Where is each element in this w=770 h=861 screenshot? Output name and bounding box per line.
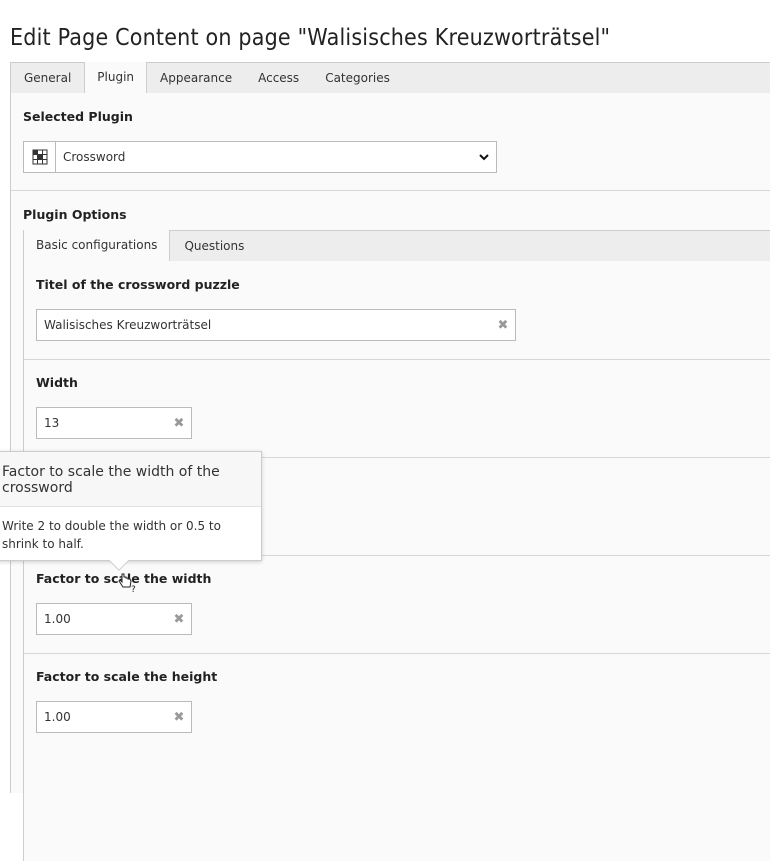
field-divider [24,653,770,654]
plugin-options-label: Plugin Options [23,207,127,222]
width-value: 13 [44,416,60,430]
scale-width-field[interactable]: 1.00 ✖ [36,603,192,635]
svg-text:?: ? [131,585,136,594]
tooltip-title: Factor to scale the width of the crosswo… [0,452,261,507]
width-field[interactable]: 13 ✖ [36,407,192,439]
tab-access[interactable]: Access [245,63,312,94]
help-tooltip: Factor to scale the width of the crosswo… [0,451,262,571]
tab-questions[interactable]: Questions [170,231,258,262]
plugin-tab-panel: Selected Plugin Crossword Plugin Options… [10,93,770,861]
tab-plugin[interactable]: Plugin [84,62,148,94]
plugin-options-tabs: Basic configurations Questions [23,230,770,262]
crossword-title-field[interactable]: Walisisches Kreuzworträtsel ✖ [36,309,516,341]
close-icon[interactable]: ✖ [491,318,515,333]
crossword-title-label: Titel of the crossword puzzle [36,277,240,292]
crossword-grid-icon [24,142,56,172]
close-icon[interactable]: ✖ [167,710,191,725]
selected-plugin-label: Selected Plugin [23,109,133,124]
plugin-select[interactable]: Crossword [23,141,497,173]
chevron-down-icon [472,151,496,164]
tab-categories[interactable]: Categories [312,63,403,94]
basic-configurations-panel: Titel of the crossword puzzle Walisische… [23,261,770,861]
scale-width-value: 1.00 [44,612,71,626]
scale-height-value: 1.00 [44,710,71,724]
field-divider [24,359,770,360]
section-divider [11,190,770,191]
main-tabs: General Plugin Appearance Access Categor… [10,62,770,94]
tooltip-body: Write 2 to double the width or 0.5 to sh… [2,519,221,551]
scale-height-field[interactable]: 1.00 ✖ [36,701,192,733]
scale-height-label: Factor to scale the height [36,669,218,684]
crossword-title-value: Walisisches Kreuzworträtsel [44,318,212,332]
tab-appearance[interactable]: Appearance [147,63,245,94]
page-title: Edit Page Content on page "Walisisches K… [10,25,611,52]
help-cursor-icon: ? [116,570,138,597]
width-label: Width [36,375,78,390]
close-icon[interactable]: ✖ [167,612,191,627]
plugin-select-value: Crossword [63,150,126,164]
close-icon[interactable]: ✖ [167,416,191,431]
tab-basic-configurations[interactable]: Basic configurations [24,230,171,262]
tab-general[interactable]: General [11,63,84,94]
